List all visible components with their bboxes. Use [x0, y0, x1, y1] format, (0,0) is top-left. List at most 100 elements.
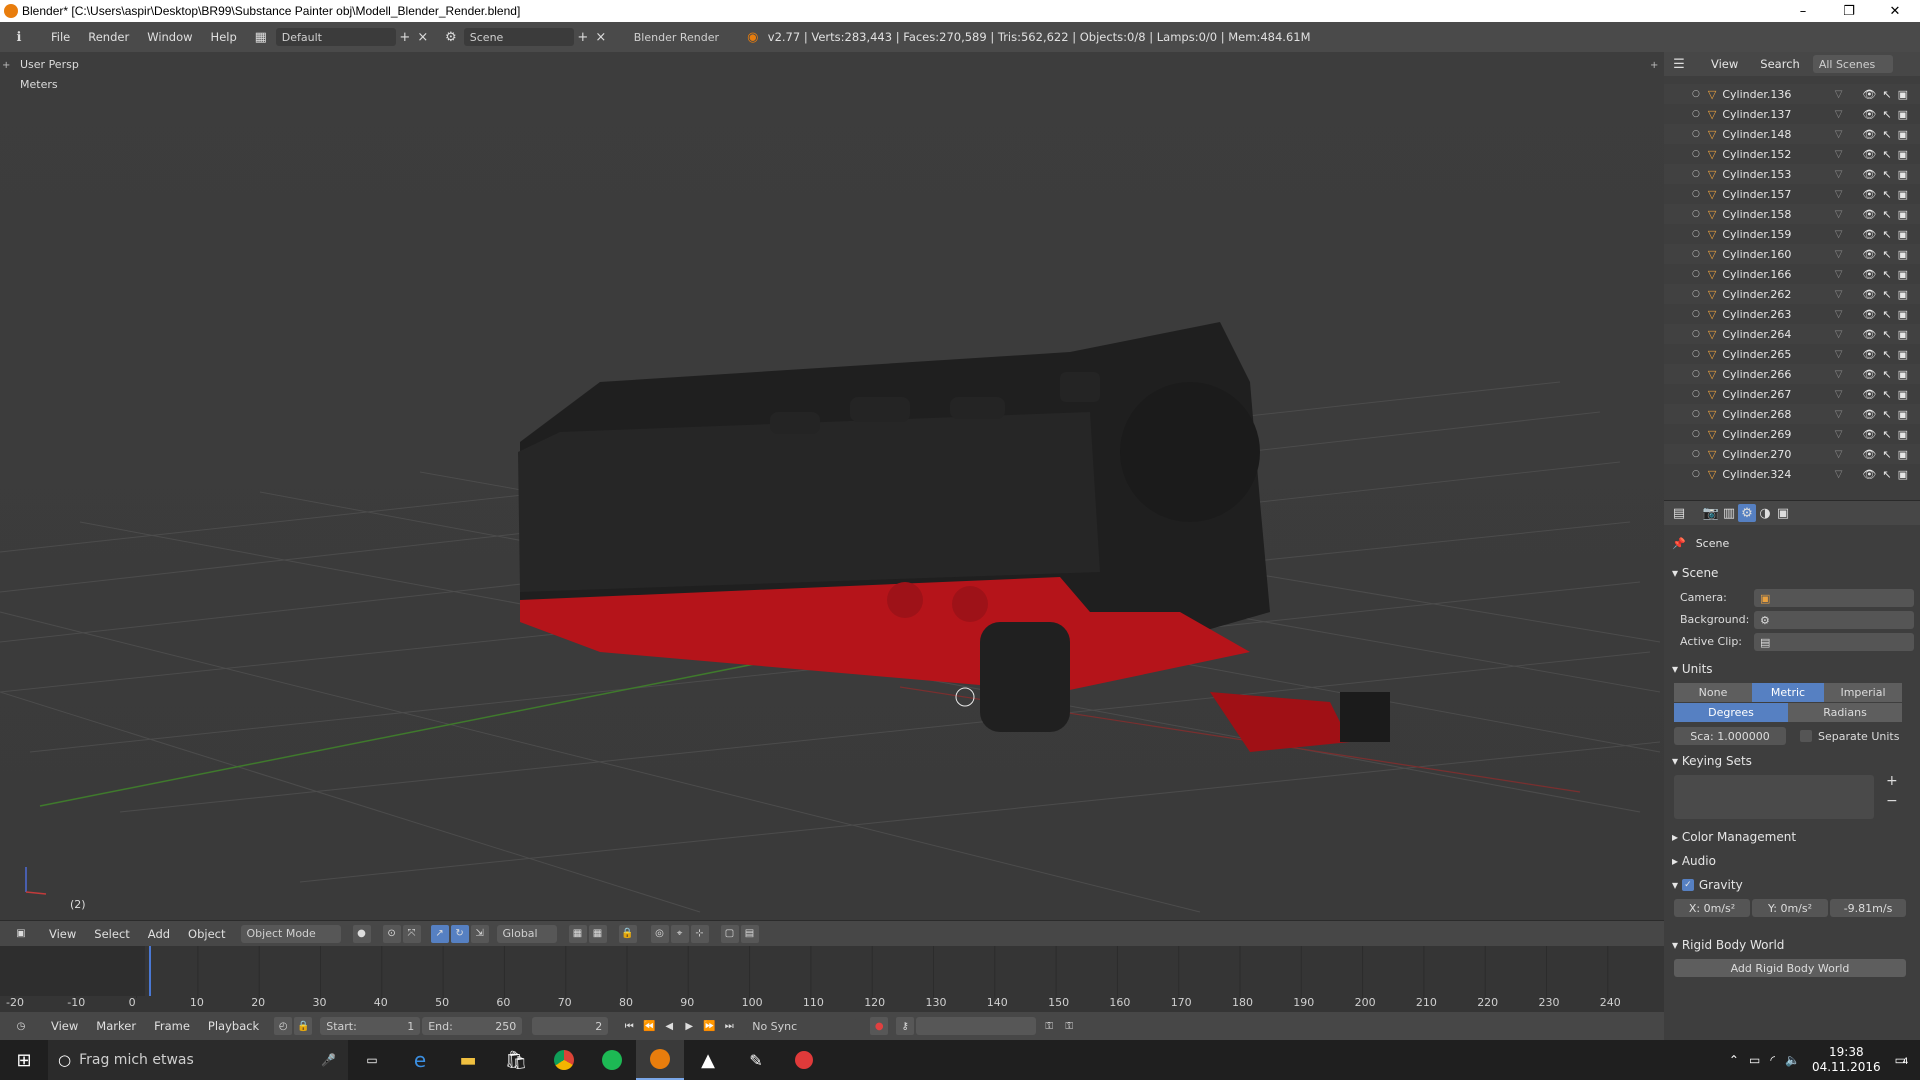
visibility-eye-icon[interactable]: 👁 — [1862, 308, 1876, 321]
visibility-eye-icon[interactable]: 👁 — [1862, 88, 1876, 101]
mesh-data-icon[interactable]: ▽ — [1835, 429, 1843, 440]
remove-scene-icon[interactable]: × — [592, 28, 610, 46]
expand-toggle-icon[interactable]: ○ — [1692, 369, 1700, 379]
render-camera-icon[interactable]: ▣ — [1898, 368, 1908, 381]
selectability-cursor-icon[interactable]: ↖ — [1882, 128, 1891, 141]
active-keying-set-field[interactable] — [916, 1017, 1037, 1035]
spotify-icon[interactable] — [588, 1040, 636, 1080]
expand-toggle-icon[interactable]: ○ — [1692, 189, 1700, 199]
jump-end-icon[interactable]: ⏭ — [720, 1017, 738, 1035]
selectability-cursor-icon[interactable]: ↖ — [1882, 368, 1891, 381]
outliner-item[interactable]: ○ ▽ Cylinder.267 ▽ 👁 ↖ ▣ — [1664, 384, 1920, 404]
panel-color-management[interactable]: ▸ Color Management — [1672, 827, 1912, 847]
scene-field[interactable]: Scene — [463, 28, 574, 46]
selectability-cursor-icon[interactable]: ↖ — [1882, 228, 1891, 241]
opengl-render-icon[interactable]: ▤ — [740, 924, 759, 943]
tray-chevron-icon[interactable]: ⌃ — [1729, 1053, 1739, 1067]
visibility-eye-icon[interactable]: 👁 — [1862, 348, 1876, 361]
current-frame-field[interactable]: 2 — [532, 1017, 609, 1035]
visibility-eye-icon[interactable]: 👁 — [1862, 408, 1876, 421]
menu-add[interactable]: Add — [139, 927, 179, 941]
insert-keyframe-icon[interactable]: ⚿ — [1040, 1017, 1058, 1035]
selectability-cursor-icon[interactable]: ↖ — [1882, 388, 1891, 401]
tl-menu-view[interactable]: View — [42, 1019, 87, 1033]
visibility-eye-icon[interactable]: 👁 — [1862, 268, 1876, 281]
selectability-cursor-icon[interactable]: ↖ — [1882, 248, 1891, 261]
units-imperial-button[interactable]: Imperial — [1824, 683, 1902, 702]
mesh-data-icon[interactable]: ▽ — [1835, 409, 1843, 420]
mesh-data-icon[interactable]: ▽ — [1835, 349, 1843, 360]
visibility-eye-icon[interactable]: 👁 — [1862, 328, 1876, 341]
mesh-data-icon[interactable]: ▽ — [1835, 249, 1843, 260]
blender-taskbar-icon[interactable] — [636, 1040, 684, 1080]
mesh-data-icon[interactable]: ▽ — [1835, 129, 1843, 140]
selectability-cursor-icon[interactable]: ↖ — [1882, 468, 1891, 481]
world-tab-icon[interactable]: ◑ — [1756, 504, 1774, 522]
mesh-data-icon[interactable]: ▽ — [1835, 389, 1843, 400]
editor-type-info-icon[interactable]: ℹ — [10, 28, 28, 46]
cortana-search-box[interactable]: ○ Frag mich etwas 🎤 — [48, 1040, 348, 1080]
panel-keying-sets[interactable]: ▾ Keying Sets — [1672, 751, 1912, 771]
keying-sets-list[interactable] — [1674, 775, 1874, 819]
visibility-eye-icon[interactable]: 👁 — [1862, 228, 1876, 241]
editor-type-properties-icon[interactable]: ▤ — [1670, 504, 1688, 522]
add-scene-icon[interactable]: + — [574, 28, 592, 46]
screen-layout-icon[interactable]: ▦ — [252, 28, 270, 46]
tool-shelf-toggle-icon[interactable]: + — [2, 60, 14, 72]
timeline-area[interactable]: -20 -10 0 10 20 30 40 50 60 70 80 90 100 110 120 130 140… — [0, 946, 1664, 1012]
expand-toggle-icon[interactable]: ○ — [1692, 349, 1700, 359]
render-camera-icon[interactable]: ▣ — [1898, 308, 1908, 321]
expand-toggle-icon[interactable]: ○ — [1692, 449, 1700, 459]
menu-select[interactable]: Select — [85, 927, 138, 941]
mesh-data-icon[interactable]: ▽ — [1835, 369, 1843, 380]
visibility-eye-icon[interactable]: 👁 — [1862, 128, 1876, 141]
mesh-data-icon[interactable]: ▽ — [1835, 229, 1843, 240]
mesh-data-icon[interactable]: ▽ — [1835, 269, 1843, 280]
expand-toggle-icon[interactable]: ○ — [1692, 209, 1700, 219]
outliner-item[interactable]: ○ ▽ Cylinder.266 ▽ 👁 ↖ ▣ — [1664, 364, 1920, 384]
visibility-eye-icon[interactable]: 👁 — [1862, 468, 1876, 481]
render-camera-icon[interactable]: ▣ — [1898, 168, 1908, 181]
transform-orientation-select[interactable]: Global — [496, 924, 557, 943]
menu-view[interactable]: View — [40, 927, 85, 941]
visibility-eye-icon[interactable]: 👁 — [1862, 388, 1876, 401]
outliner-menu-view[interactable]: View — [1702, 57, 1747, 71]
preview-range-icon[interactable]: ◴ — [274, 1017, 293, 1035]
proportional-edit-icon[interactable]: ◎ — [650, 924, 669, 943]
chrome-icon[interactable] — [540, 1040, 588, 1080]
menu-window[interactable]: Window — [138, 30, 201, 44]
selectability-cursor-icon[interactable]: ↖ — [1882, 268, 1891, 281]
next-keyframe-icon[interactable]: ⏩ — [700, 1017, 718, 1035]
task-view-icon[interactable]: ▭ — [348, 1040, 396, 1080]
render-engine-select[interactable]: Blender Render — [627, 28, 728, 46]
lock-range-icon[interactable]: 🔒 — [294, 1017, 313, 1035]
outliner-item[interactable]: ○ ▽ Cylinder.166 ▽ 👁 ↖ ▣ — [1664, 264, 1920, 284]
editor-type-timeline-icon[interactable]: ◷ — [12, 1017, 30, 1035]
minimize-button[interactable]: – — [1780, 0, 1826, 22]
sync-mode-select[interactable]: No Sync — [746, 1017, 857, 1035]
action-center-icon[interactable]: ▭ 4 — [1895, 1053, 1909, 1067]
start-frame-field[interactable]: Start: 1 — [320, 1017, 421, 1035]
outliner-list[interactable]: ○ ▽ Cylinder.136 ▽ 👁 ↖ ▣ ○ ▽ Cylinder.137 ▽ 👁 ↖ ▣ ○ ▽ Cy… — [1664, 84, 1920, 500]
render-preview-icon[interactable]: ▢ — [720, 924, 739, 943]
menu-object[interactable]: Object — [179, 927, 234, 941]
selectability-cursor-icon[interactable]: ↖ — [1882, 168, 1891, 181]
render-camera-icon[interactable]: ▣ — [1898, 268, 1908, 281]
panel-scene[interactable]: ▾ Scene — [1672, 563, 1912, 583]
pivot-point-icon[interactable]: ⊙ — [382, 924, 401, 943]
outliner-item[interactable]: ○ ▽ Cylinder.159 ▽ 👁 ↖ ▣ — [1664, 224, 1920, 244]
render-camera-icon[interactable]: ▣ — [1898, 348, 1908, 361]
active-clip-field[interactable]: ▤ — [1754, 633, 1914, 651]
play-icon[interactable]: ▶ — [680, 1017, 698, 1035]
mesh-data-icon[interactable]: ▽ — [1835, 209, 1843, 220]
render-camera-icon[interactable]: ▣ — [1898, 248, 1908, 261]
background-field[interactable]: ⚙ — [1754, 611, 1914, 629]
gravity-y-field[interactable]: Y: 0m/s² — [1752, 899, 1828, 917]
visibility-eye-icon[interactable]: 👁 — [1862, 168, 1876, 181]
visibility-eye-icon[interactable]: 👁 — [1862, 368, 1876, 381]
scene-icon[interactable]: ⚙ — [442, 28, 460, 46]
expand-toggle-icon[interactable]: ○ — [1692, 249, 1700, 259]
expand-toggle-icon[interactable]: ○ — [1692, 229, 1700, 239]
selectability-cursor-icon[interactable]: ↖ — [1882, 328, 1891, 341]
selectability-cursor-icon[interactable]: ↖ — [1882, 88, 1891, 101]
